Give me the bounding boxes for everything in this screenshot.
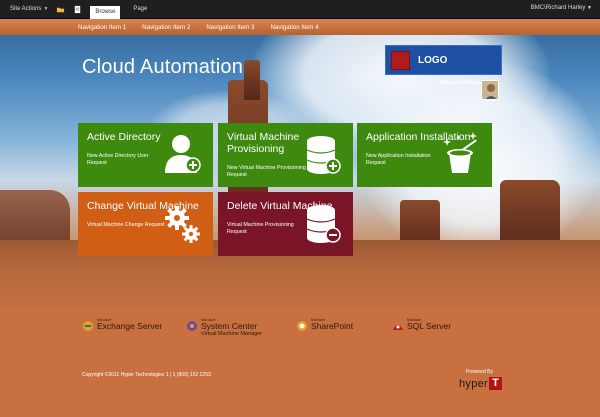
tab-page[interactable]: Page [128,4,152,14]
tile-description: New Active Directory User Request [87,153,149,166]
brand-mark-icon: T [489,377,503,390]
tile-active-directory[interactable]: Active Directory New Active Directory Us… [78,123,213,187]
partner-sql-server: Microsoft SQL Server [392,318,451,332]
partner-system-center: Microsoft System Center Virtual Machine … [186,318,262,337]
powered-by-label: Powered By [466,369,493,375]
top-ribbon: Site Actions ▼ Browse Page BMC\Richard H… [0,0,600,19]
tile-change-vm[interactable]: Change Virtual Machine Virtual Machine C… [78,192,213,256]
user-card: Richard Harley Corporate User [420,80,480,93]
tab-browse[interactable]: Browse [90,5,121,19]
avatar[interactable] [481,80,499,100]
tile-description: New Virtual Machine Provisioning Request [227,165,306,178]
main-navigation: Navigation Item 1 Navigation Item 2 Navi… [0,19,600,35]
partner-name: System Center [201,321,258,331]
system-center-logo-icon [187,321,197,331]
logo-text: LOGO [418,54,448,66]
gears-icon [165,206,200,243]
user-add-icon [165,135,201,173]
partner-name: Exchange Server [97,321,163,331]
exchange-logo-icon [83,321,93,331]
chevron-down-icon: ▼ [43,6,49,12]
tile-application-installation[interactable]: Application Installation New Application… [357,123,492,187]
partner-sharepoint: Microsoft SharePoint [296,318,353,332]
logo[interactable]: LOGO [385,45,502,75]
nav-item-2[interactable]: Navigation Item 2 [142,24,190,31]
site-actions-menu[interactable]: Site Actions ▼ [10,6,48,12]
partner-subtitle: Virtual Machine Manager [201,331,263,337]
tile-description: Virtual Machine Provisioning Request [227,222,294,235]
folder-icon[interactable] [56,5,65,14]
edit-page-icon[interactable] [73,5,82,14]
user-menu-label: BMC\Richard Harley [530,5,586,11]
magic-hat-icon [443,132,477,173]
copyright-text: Copyright ©2011 Hyper Technologies 1 | 1… [82,372,211,378]
partner-name: SharePoint [311,321,354,331]
tile-delete-vm[interactable]: Delete Virtual Machine Virtual Machine P… [218,192,353,256]
sql-server-logo-icon [393,325,403,330]
user-name: Richard Harley [441,80,480,86]
page-title: Cloud Automation [82,56,244,78]
database-remove-icon [306,205,341,243]
user-menu[interactable]: BMC\Richard Harley ▼ [531,5,592,11]
hyper-brand-logo[interactable]: hyper T [459,377,503,390]
tile-description: New Application Installation Request [366,153,431,166]
nav-item-1[interactable]: Navigation Item 1 [78,24,126,31]
nav-item-4[interactable]: Navigation Item 4 [270,24,318,31]
nav-item-3[interactable]: Navigation Item 3 [206,24,254,31]
brand-text: hyper [459,377,489,390]
sharepoint-logo-icon [297,321,307,331]
tile-vm-provisioning[interactable]: Virtual Machine Provisioning New Virtual… [218,123,353,187]
logo-square-icon [391,50,410,70]
chevron-down-icon: ▼ [587,5,592,11]
partner-exchange-server: Microsoft Exchange Server [82,318,162,332]
user-role: Corporate User [449,88,480,93]
database-add-icon [306,136,341,174]
site-actions-label: Site Actions [10,6,42,12]
tile-description: Virtual Machine Change Request [87,222,165,228]
partner-name: SQL Server [407,321,452,331]
